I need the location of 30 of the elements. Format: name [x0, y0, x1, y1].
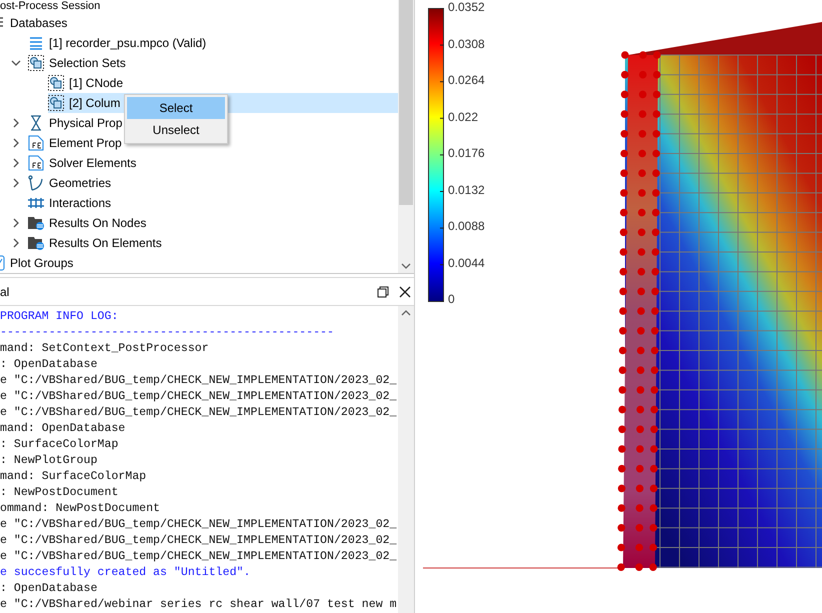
log-line: : OpenDatabase [0, 357, 98, 373]
scale-label: 0.022 [448, 110, 480, 124]
scale-label: 0.0088 [448, 219, 485, 233]
log-line: : SurfaceColorMap [0, 437, 120, 453]
log-line: e "C:/VBShared/BUG_temp/CHECK_NEW_IMPLEMENTATION/2023_02_ [0, 373, 398, 389]
scale-label: 0.0044 [448, 256, 485, 270]
log-line: ommand: NewPostDocument [0, 501, 162, 517]
log-line: ------------------------------------------------ [0, 325, 335, 341]
log-line: e "C:/VBShared/BUG_temp/CHECK_NEW_IMPLEMENTATION/2023_02_ [0, 549, 398, 565]
session-title: ost-Process Session [0, 0, 100, 13]
log-line: e succesfully created as "Untitled". [0, 565, 252, 581]
log-line: e "C:/VBShared/BUG_temp/CHECK_NEW_IMPLEMENTATION/2023_02_ [0, 389, 398, 405]
scale-label: 0.0352 [448, 0, 485, 14]
log-line: e "C:/VBShared/webinar series rc shear wall/07 test new m [0, 597, 398, 613]
scale-label: 0.0308 [448, 36, 485, 50]
log-line: e "C:/VBShared/BUG_temp/CHECK_NEW_IMPLEMENTATION/2023_02_ [0, 405, 398, 421]
log-line: e "C:/VBShared/BUG_temp/CHECK_NEW_IMPLEMENTATION/2023_02_ [0, 517, 398, 533]
log-line: PROGRAM INFO LOG: [0, 309, 120, 325]
log-line: : NewPostDocument [0, 485, 120, 501]
log-line: : NewPlotGroup [0, 453, 98, 469]
log-line: mand: SetContext_PostProcessor [0, 341, 210, 357]
scale-label: 0.0132 [448, 182, 485, 196]
panel-title: al [0, 284, 10, 300]
log-line: e "C:/VBShared/BUG_temp/CHECK_NEW_IMPLEMENTATION/2023_02_ [0, 533, 398, 549]
scale-label: 0.0176 [448, 146, 485, 160]
log-line: : OpenDatabase [0, 581, 98, 597]
log-line: mand: SurfaceColorMap [0, 469, 148, 485]
scale-label: 0.0264 [448, 73, 485, 87]
scale-label: 0 [448, 292, 456, 306]
log-line: mand: OpenDatabase [0, 421, 126, 437]
